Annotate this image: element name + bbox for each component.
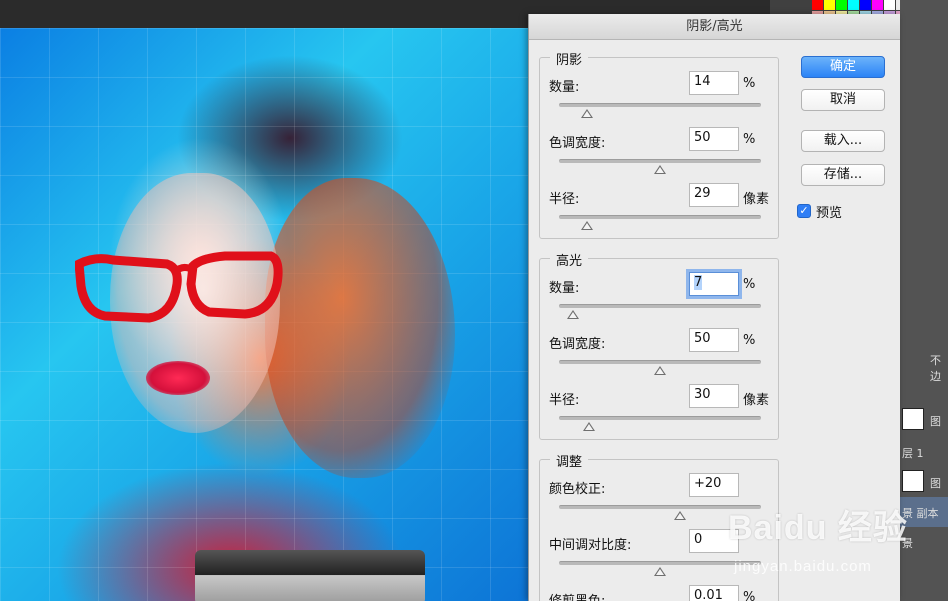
highlights-amount-value: 7 bbox=[694, 275, 703, 290]
layers-partial-label: 不边 bbox=[930, 354, 941, 383]
color-swatch[interactable] bbox=[860, 0, 871, 10]
watermark-url: jingyan.baidu.com bbox=[734, 558, 872, 575]
shadows-amount-input[interactable]: 14 bbox=[689, 71, 739, 95]
highlights-radius-unit: 像素 bbox=[743, 393, 770, 408]
highlights-radius-input[interactable]: 30 bbox=[689, 384, 739, 408]
shadows-radius-slider-thumb[interactable] bbox=[581, 221, 594, 230]
baidu-watermark: Baidu 经验 jingyan.baidu.com bbox=[728, 500, 928, 580]
highlights-amount-slider-thumb[interactable] bbox=[567, 310, 580, 319]
load-button[interactable]: 载入... bbox=[801, 130, 885, 152]
shadows-radius-unit: 像素 bbox=[743, 192, 770, 207]
preview-checkbox[interactable]: ✓ bbox=[797, 204, 811, 218]
highlights-amount-slider[interactable] bbox=[559, 304, 761, 308]
highlights-amount-input[interactable]: 7 bbox=[689, 272, 739, 296]
highlights-amount-label: 数量: bbox=[549, 281, 580, 296]
layer-item-3[interactable]: 图 bbox=[928, 467, 948, 497]
preview-label: 预览 bbox=[816, 206, 843, 221]
highlights-radius-slider-thumb[interactable] bbox=[583, 422, 596, 431]
highlights-radius-label: 半径: bbox=[549, 393, 580, 408]
shadows-amount-label: 数量: bbox=[549, 80, 580, 95]
lips bbox=[146, 361, 210, 395]
photo-canvas[interactable] bbox=[0, 28, 528, 601]
highlights-tonal-width-slider-thumb[interactable] bbox=[654, 366, 666, 375]
color-swatch[interactable] bbox=[884, 0, 895, 10]
shadows-amount-slider-thumb[interactable] bbox=[581, 109, 594, 118]
clip-black-input[interactable]: 0.01 bbox=[689, 585, 739, 601]
shadows-group-title: 阴影 bbox=[550, 49, 589, 68]
highlights-group-title: 高光 bbox=[550, 250, 589, 269]
shadows-group: 阴影 数量: 14 % 色调宽度: 50 % 半径: 29 像素 bbox=[539, 49, 779, 239]
color-swatch[interactable] bbox=[812, 0, 823, 10]
color-swatch[interactable] bbox=[824, 0, 835, 10]
highlights-tonal-width-label: 色调宽度: bbox=[549, 337, 606, 352]
layer-item-1[interactable]: 图 bbox=[928, 405, 948, 435]
watermark-logo: Baidu 经验 bbox=[728, 509, 908, 547]
shadows-radius-input[interactable]: 29 bbox=[689, 183, 739, 207]
clip-black-label: 修剪黑色: bbox=[549, 590, 605, 601]
layer-thumbnail bbox=[902, 470, 924, 492]
cancel-button[interactable]: 取消 bbox=[801, 89, 885, 111]
highlights-group: 高光 数量: 7 % 色调宽度: 50 % 半径: 30 像素 bbox=[539, 250, 779, 440]
shadows-tonal-width-unit: % bbox=[743, 132, 756, 147]
shadows-tonal-width-slider[interactable] bbox=[559, 159, 761, 163]
save-button[interactable]: 存储... bbox=[801, 164, 885, 186]
highlights-amount-unit: % bbox=[743, 277, 756, 292]
shadows-radius-slider[interactable] bbox=[559, 215, 761, 219]
adjustments-group-title: 调整 bbox=[550, 451, 589, 470]
color-swatch[interactable] bbox=[872, 0, 883, 10]
shadows-tonal-width-slider-thumb[interactable] bbox=[654, 165, 666, 174]
clip-black-unit: % bbox=[743, 590, 756, 601]
camera bbox=[195, 550, 425, 601]
highlights-radius-slider[interactable] bbox=[559, 416, 761, 420]
highlights-tonal-width-input[interactable]: 50 bbox=[689, 328, 739, 352]
color-correction-slider-thumb[interactable] bbox=[674, 511, 687, 520]
midtone-contrast-label: 中间调对比度: bbox=[549, 538, 632, 553]
color-swatch[interactable] bbox=[848, 0, 859, 10]
color-swatch[interactable] bbox=[836, 0, 847, 10]
color-correction-label: 颜色校正: bbox=[549, 482, 606, 497]
dialog-title: 阴影/高光 bbox=[529, 14, 900, 40]
ok-button[interactable]: 确定 bbox=[801, 56, 885, 78]
shadows-tonal-width-input[interactable]: 50 bbox=[689, 127, 739, 151]
layer-item-2[interactable]: 层 1 bbox=[900, 437, 948, 467]
shadows-tonal-width-label: 色调宽度: bbox=[549, 136, 606, 151]
red-glasses bbox=[75, 251, 283, 323]
checkmark-icon: ✓ bbox=[799, 204, 809, 217]
shadows-amount-slider[interactable] bbox=[559, 103, 761, 107]
highlights-tonal-width-slider[interactable] bbox=[559, 360, 761, 364]
midtone-contrast-slider-thumb[interactable] bbox=[654, 567, 666, 576]
highlights-tonal-width-unit: % bbox=[743, 333, 756, 348]
color-correction-input[interactable]: +20 bbox=[689, 473, 739, 497]
layer-thumbnail bbox=[902, 408, 924, 430]
shadows-amount-unit: % bbox=[743, 76, 756, 91]
shadows-radius-label: 半径: bbox=[549, 192, 580, 207]
